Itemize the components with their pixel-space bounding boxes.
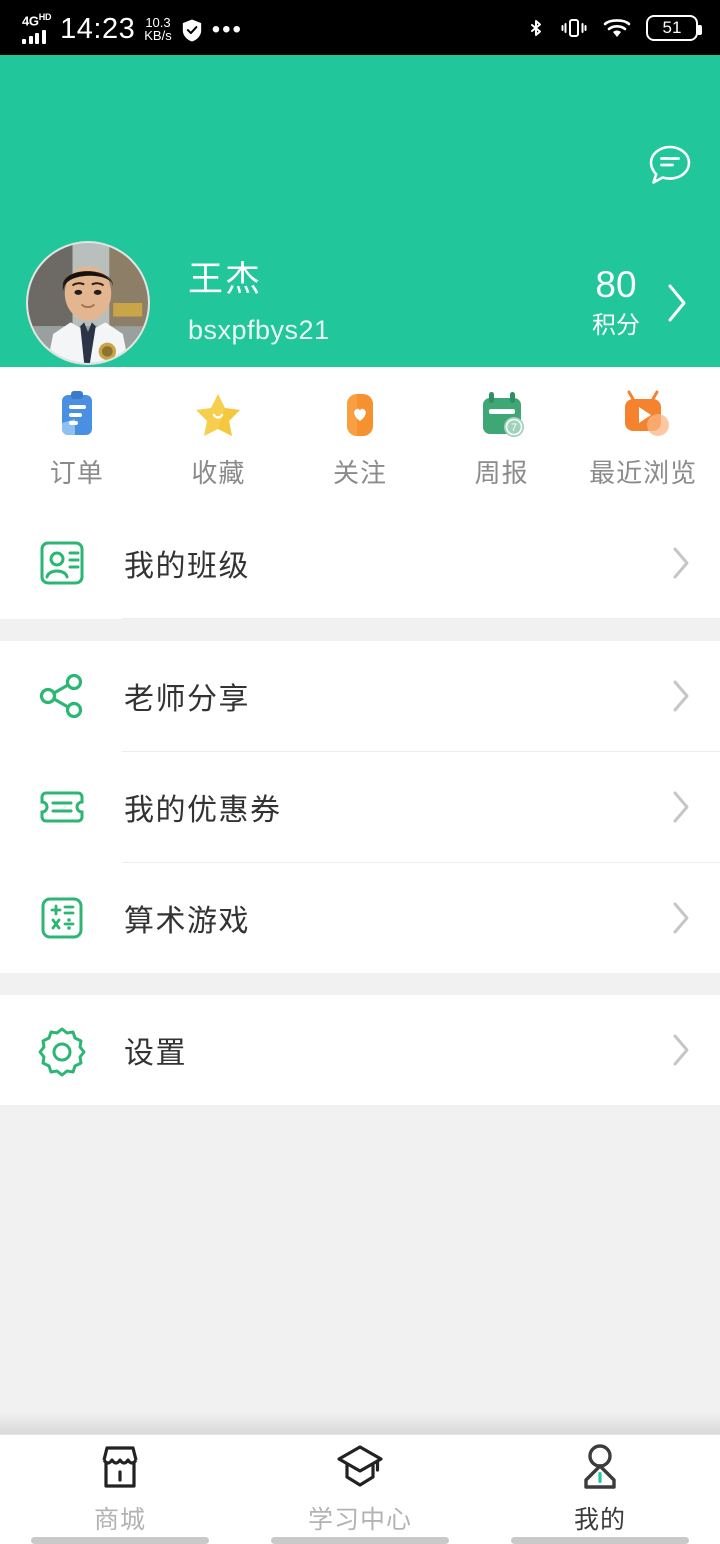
calculator-game-icon [41, 897, 83, 939]
share-icon [39, 673, 83, 719]
chevron-right-icon [673, 902, 689, 934]
menu-section-settings: 设置 [0, 995, 720, 1105]
nav-tab-learning-center[interactable]: 学习中心 [240, 1435, 480, 1544]
menu-item-label: 我的优惠券 [124, 794, 282, 827]
menu-section-class: 我的班级 [0, 508, 720, 619]
chevron-right-icon [673, 1034, 689, 1066]
bottom-navigation: 商城 学习中心 我的 [0, 1434, 720, 1544]
svg-text:7: 7 [511, 422, 517, 434]
menu-item-label: 老师分享 [124, 683, 250, 716]
quick-action-label: 最近浏览 [589, 458, 698, 488]
bottom-nav-shadow [0, 1412, 720, 1434]
store-icon [102, 1445, 138, 1488]
app-screen: 4GHD 14:23 10.3 KB/s ••• 51 王杰 bsxpfbys2… [0, 0, 720, 1544]
section-gap [0, 973, 720, 995]
quick-action-recent-browse[interactable]: 最近浏览 [572, 389, 714, 490]
menu-item-teacher-share[interactable]: 老师分享 [0, 641, 720, 751]
menu-section-features: 老师分享 我的优惠券 算术游戏 [0, 641, 720, 973]
quick-action-label: 订单 [49, 458, 104, 488]
status-bar-right: 51 [526, 14, 702, 42]
quick-action-label: 收藏 [191, 458, 246, 488]
section-gap [0, 619, 720, 641]
signal-bars-icon [22, 29, 46, 45]
settings-gear-icon [38, 1027, 86, 1077]
graduation-cap-icon [337, 1444, 383, 1487]
menu-item-label: 算术游戏 [124, 905, 250, 938]
my-class-card-icon [40, 541, 84, 585]
network-speed-unit: KB/s [144, 28, 172, 44]
person-icon [584, 1443, 616, 1489]
user-identity: 王杰 bsxpfbys21 [188, 256, 330, 350]
nav-tab-label: 我的 [573, 1505, 626, 1534]
menu-item-my-class[interactable]: 我的班级 [0, 508, 720, 618]
nav-tab-label: 学习中心 [307, 1505, 412, 1534]
quick-action-weekly-report[interactable]: 7 周报 [431, 389, 573, 490]
status-bar-left: 4GHD 14:23 10.3 KB/s ••• [22, 11, 243, 46]
shield-check-icon [182, 19, 201, 42]
menu-item-label: 设置 [124, 1037, 187, 1070]
battery-level-label: 51 [662, 17, 682, 37]
nav-tab-mine[interactable]: 我的 [480, 1435, 720, 1544]
quick-action-favorites[interactable]: 收藏 [148, 389, 290, 490]
coupon-ticket-icon [40, 791, 84, 823]
chevron-right-icon [673, 680, 689, 712]
points-label: 积分 [592, 312, 640, 339]
network-suffix-label: HD [38, 11, 52, 22]
quick-action-label: 关注 [332, 458, 387, 488]
battery-indicator: 51 [646, 14, 702, 41]
user-name: 王杰 [188, 260, 263, 299]
page-background-filler [0, 1105, 720, 1445]
points-column: 80 积分 [592, 264, 640, 342]
points-value: 80 [595, 264, 637, 305]
more-dots-icon: ••• [211, 16, 243, 44]
user-id: bsxpfbys21 [188, 315, 330, 345]
order-clipboard-icon [61, 391, 92, 435]
profile-header: 王杰 bsxpfbys21 80 积分 [0, 55, 720, 367]
chevron-right-icon [673, 791, 689, 823]
profile-row: 王杰 bsxpfbys21 80 积分 [0, 241, 720, 365]
menu-item-my-coupons[interactable]: 我的优惠券 [0, 752, 720, 862]
status-bar: 4GHD 14:23 10.3 KB/s ••• 51 [0, 0, 720, 55]
bluetooth-icon [531, 19, 541, 36]
quick-action-follow[interactable]: 关注 [289, 389, 431, 490]
nav-indicator-bar [31, 1537, 209, 1544]
status-clock: 14:23 [60, 13, 136, 46]
recent-browse-tv-icon [625, 390, 670, 436]
quick-action-label: 周报 [474, 458, 529, 488]
nav-tab-label: 商城 [93, 1505, 146, 1534]
weekly-report-calendar-icon: 7 [482, 392, 524, 437]
points-entry[interactable]: 80 积分 [592, 264, 694, 342]
avatar[interactable] [26, 241, 150, 365]
quick-actions-bar: 订单 收藏 关注 7 周报 最近浏览 [0, 367, 720, 508]
chevron-right-icon [668, 284, 686, 322]
cellular-signal-icon: 4GHD [22, 11, 52, 45]
network-type-label: 4G [22, 13, 39, 29]
menu-item-label: 我的班级 [124, 550, 250, 583]
nav-indicator-bar [511, 1537, 689, 1544]
menu-item-settings[interactable]: 设置 [0, 995, 720, 1105]
quick-action-orders[interactable]: 订单 [6, 389, 148, 490]
favorite-star-icon [196, 394, 241, 436]
network-speed-indicator: 10.3 KB/s [144, 16, 171, 44]
wifi-icon [603, 18, 631, 37]
nav-tab-store[interactable]: 商城 [0, 1435, 240, 1544]
chevron-right-icon [673, 547, 689, 579]
follow-heart-icon [346, 394, 373, 436]
vibrate-icon [561, 18, 587, 37]
message-bubble-icon[interactable] [642, 137, 698, 193]
menu-item-math-game[interactable]: 算术游戏 [0, 863, 720, 973]
nav-indicator-bar [271, 1537, 449, 1544]
